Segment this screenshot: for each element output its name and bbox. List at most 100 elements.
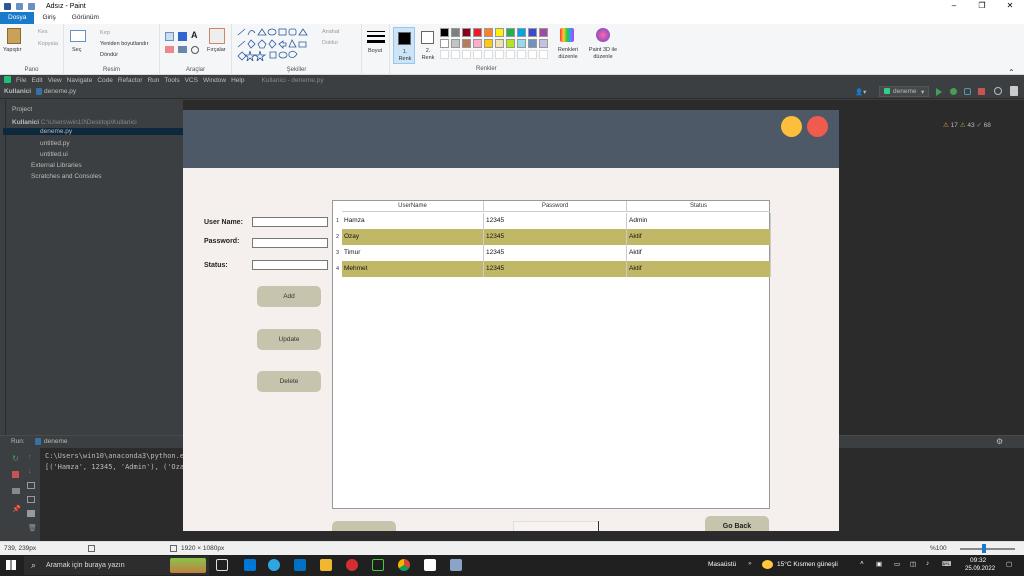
palette-swatch[interactable] bbox=[539, 39, 548, 48]
undo-icon[interactable] bbox=[16, 2, 23, 10]
select-button[interactable]: Seç bbox=[72, 47, 81, 53]
table-row[interactable]: Mehmet 12345 Aktif bbox=[342, 261, 771, 277]
bottom-input[interactable] bbox=[513, 521, 599, 531]
status-input[interactable] bbox=[252, 260, 328, 270]
palette-swatch[interactable] bbox=[495, 28, 504, 37]
delete-button[interactable]: Delete bbox=[257, 371, 321, 392]
trash-icon[interactable]: 🗑 bbox=[28, 524, 37, 532]
menu-view[interactable]: View bbox=[48, 77, 62, 84]
tab-dosya[interactable]: Dosya bbox=[0, 12, 35, 24]
select-icon[interactable] bbox=[70, 30, 86, 42]
edit-colors-icon[interactable] bbox=[560, 28, 574, 42]
row-number[interactable]: 1 bbox=[333, 218, 342, 224]
print-icon[interactable] bbox=[27, 510, 35, 517]
tree-file-untitled-py[interactable]: untitled.py bbox=[40, 140, 70, 147]
palette-custom-slot[interactable] bbox=[528, 50, 537, 59]
color-picker-icon[interactable] bbox=[178, 46, 187, 53]
row-number[interactable]: 4 bbox=[333, 266, 342, 272]
ide-logo-icon[interactable] bbox=[1010, 86, 1018, 96]
palette-swatch[interactable] bbox=[528, 28, 537, 37]
opera-icon[interactable] bbox=[346, 559, 358, 571]
column-header-password[interactable]: Password bbox=[484, 201, 627, 212]
stop-icon[interactable] bbox=[978, 88, 985, 95]
close-button[interactable]: ✕ bbox=[996, 0, 1024, 12]
minimize-dot-button[interactable] bbox=[781, 116, 802, 137]
table-cell-password[interactable]: 12345 bbox=[484, 261, 627, 277]
pycharm-icon[interactable] bbox=[372, 559, 384, 571]
password-input[interactable] bbox=[252, 238, 328, 248]
users-table[interactable]: UserName Password Status Hamza 12345 Admin… bbox=[332, 200, 771, 509]
paint-icon[interactable] bbox=[450, 559, 462, 571]
table-cell-username[interactable]: Timur bbox=[342, 245, 484, 261]
palette-swatch[interactable] bbox=[484, 39, 493, 48]
clock-time[interactable]: 09:32 bbox=[970, 557, 986, 564]
tree-file-deneme[interactable]: deneme.py bbox=[3, 128, 183, 135]
table-cell-status[interactable]: Aktif bbox=[627, 261, 771, 277]
settings-gear-icon[interactable]: ⚙ bbox=[996, 437, 1003, 446]
palette-custom-slot[interactable] bbox=[495, 50, 504, 59]
palette-custom-slot[interactable] bbox=[506, 50, 515, 59]
keyboard-icon[interactable]: ⌨ bbox=[942, 560, 951, 568]
run-tab[interactable]: deneme bbox=[44, 438, 68, 445]
inspection-widget[interactable]: ⚠ 17 ⚠ 43 ✓ 68 bbox=[943, 121, 991, 129]
rotate-button[interactable]: Döndür bbox=[100, 52, 118, 58]
tray-expand-icon[interactable]: ˄ bbox=[860, 560, 864, 567]
menu-file[interactable]: File bbox=[16, 77, 26, 84]
windows-app-icon[interactable] bbox=[244, 559, 256, 571]
update-button[interactable]: Update bbox=[257, 329, 321, 350]
table-row[interactable]: Hamza 12345 Admin bbox=[342, 213, 771, 229]
chevron-icon[interactable]: » bbox=[748, 560, 752, 567]
project-panel-title[interactable]: Project bbox=[12, 106, 32, 113]
color1-selector[interactable]: 1. Renk bbox=[393, 27, 415, 64]
column-header-status[interactable]: Status bbox=[627, 201, 770, 212]
run-config-select[interactable]: deneme ▾ bbox=[879, 86, 929, 97]
paint3d-button[interactable]: Paint 3D ile düzenle bbox=[584, 47, 622, 61]
palette-swatch[interactable] bbox=[506, 39, 515, 48]
battery-icon[interactable]: ▭ bbox=[894, 560, 900, 568]
palette-custom-slot[interactable] bbox=[539, 50, 548, 59]
tray-icon-1[interactable]: ▣ bbox=[876, 560, 882, 568]
pencil-icon[interactable] bbox=[165, 32, 174, 41]
paste-icon[interactable] bbox=[7, 28, 21, 44]
cut-button[interactable]: Kes bbox=[38, 29, 47, 35]
palette-swatch[interactable] bbox=[462, 39, 471, 48]
user-icon[interactable]: 👤▾ bbox=[855, 88, 866, 96]
palette-swatch[interactable] bbox=[473, 39, 482, 48]
brushes-button[interactable]: Fırçalar bbox=[207, 47, 226, 53]
tree-scratches[interactable]: Scratches and Consoles bbox=[31, 173, 101, 180]
row-number[interactable]: 3 bbox=[333, 250, 342, 256]
palette-swatch[interactable] bbox=[528, 39, 537, 48]
resize-button[interactable]: Yeniden boyutlandır bbox=[100, 41, 148, 47]
tab-gorunum[interactable]: Görünüm bbox=[64, 12, 107, 24]
table-cell-username[interactable]: Hamza bbox=[342, 213, 484, 229]
breadcrumb-project[interactable]: Kullanici bbox=[4, 88, 31, 95]
paste-button[interactable]: Yapıştır bbox=[3, 47, 22, 53]
color2-selector[interactable]: 2. Renk bbox=[417, 27, 439, 64]
menu-tools[interactable]: Tools bbox=[164, 77, 179, 84]
table-cell-status[interactable]: Admin bbox=[627, 213, 771, 229]
menu-window[interactable]: Window bbox=[203, 77, 226, 84]
soft-wrap-icon[interactable] bbox=[27, 482, 35, 489]
run-icon[interactable] bbox=[936, 88, 942, 96]
palette-custom-slot[interactable] bbox=[484, 50, 493, 59]
palette-swatch[interactable] bbox=[484, 28, 493, 37]
palette-custom-slot[interactable] bbox=[462, 50, 471, 59]
palette-swatch[interactable] bbox=[451, 39, 460, 48]
search-icon[interactable] bbox=[994, 87, 1002, 95]
mail-icon[interactable] bbox=[294, 559, 306, 571]
pin-icon[interactable]: 📌 bbox=[12, 505, 21, 513]
zoom-slider-thumb[interactable] bbox=[982, 544, 986, 553]
table-cell-status[interactable]: Aktif bbox=[627, 229, 771, 245]
start-icon[interactable] bbox=[6, 560, 16, 570]
palette-swatch[interactable] bbox=[462, 28, 471, 37]
username-input[interactable] bbox=[252, 217, 328, 227]
task-view-icon[interactable] bbox=[216, 559, 228, 571]
table-cell-username[interactable]: Ozay bbox=[342, 229, 484, 245]
notifications-icon[interactable]: ▢ bbox=[1006, 560, 1012, 568]
text-icon[interactable]: A bbox=[191, 30, 198, 40]
menu-refactor[interactable]: Refactor bbox=[118, 77, 143, 84]
layout-icon[interactable] bbox=[12, 488, 20, 494]
save-icon[interactable] bbox=[4, 2, 11, 10]
go-back-button[interactable]: Go Back bbox=[705, 516, 769, 531]
menu-vcs[interactable]: VCS bbox=[185, 77, 198, 84]
